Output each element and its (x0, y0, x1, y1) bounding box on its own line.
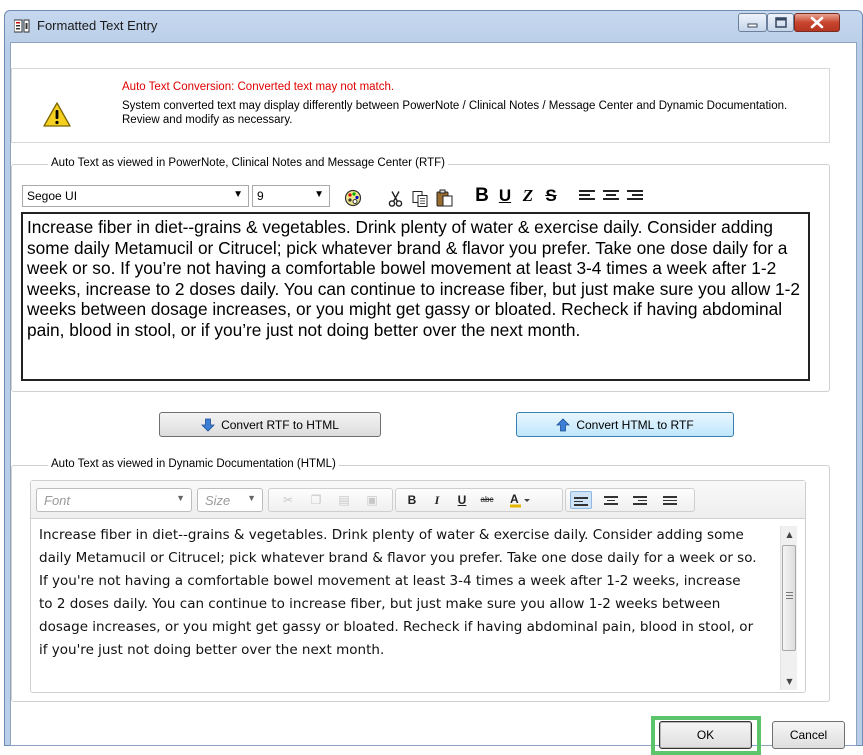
dialog-client-area: Auto Text Conversion: Converted text may… (10, 42, 857, 755)
html-toolbar: Font ▼ Size ▼ ✂ ❐ ▤ ▣ B I U abc A (31, 481, 805, 519)
html-clipboard-group: ✂ ❐ ▤ ▣ (268, 488, 393, 512)
italic-icon[interactable]: I (426, 491, 448, 509)
align-right-icon (633, 496, 647, 507)
align-left-icon[interactable] (579, 190, 595, 203)
justify-icon (663, 496, 677, 507)
font-color-icon[interactable]: A (507, 491, 539, 509)
convert-rtf-to-html-button[interactable]: Convert RTF to HTML (159, 412, 381, 437)
convert-html-to-rtf-label: Convert HTML to RTF (576, 417, 694, 432)
vertical-scrollbar[interactable]: ▲ ▼ (780, 526, 797, 690)
arrow-down-icon (201, 418, 216, 432)
grip-icon (786, 592, 793, 601)
ok-button[interactable]: OK (659, 721, 752, 749)
chevron-down-icon: ▼ (233, 189, 243, 200)
arrow-up-icon (556, 417, 571, 431)
html-editor: Font ▼ Size ▼ ✂ ❐ ▤ ▣ B I U abc A Increa… (30, 480, 806, 693)
cancel-button[interactable]: Cancel (772, 721, 845, 749)
font-color-glyph: A (510, 492, 530, 508)
formatted-text-entry-window: Formatted Text Entry Auto Text Conversio… (4, 10, 863, 755)
paste-icon[interactable] (436, 187, 453, 209)
rtf-font-select[interactable]: Segoe UI ▼ (22, 185, 249, 207)
minimize-button[interactable] (738, 13, 767, 32)
rtf-size-select[interactable]: 9 ▼ (252, 185, 330, 207)
strikethrough-icon[interactable]: abc (476, 491, 498, 509)
convert-html-to-rtf-button[interactable]: Convert HTML to RTF (516, 412, 734, 437)
paste-text-icon[interactable]: ▤ (333, 491, 355, 509)
html-font-select[interactable]: Font ▼ (36, 488, 192, 512)
html-align-group (565, 488, 695, 512)
paste-icon[interactable]: ▣ (361, 491, 383, 509)
warning-title: Auto Text Conversion: Converted text may… (122, 81, 395, 93)
justify-button[interactable] (659, 491, 681, 509)
window-title: Formatted Text Entry (37, 18, 158, 33)
chevron-down-icon: ▼ (176, 493, 185, 503)
align-right-icon[interactable] (627, 190, 643, 203)
color-palette-icon[interactable] (344, 187, 362, 209)
italic-icon[interactable]: Z (519, 185, 537, 207)
bold-icon[interactable]: B (473, 185, 491, 207)
convert-rtf-to-html-label: Convert RTF to HTML (221, 417, 339, 432)
rtf-size-value: 9 (257, 189, 264, 203)
copy-icon[interactable]: ❐ (305, 491, 327, 509)
chevron-down-icon: ▼ (247, 493, 256, 503)
html-text-area[interactable]: Increase fiber in diet--grains & vegetab… (31, 520, 805, 692)
align-center-icon[interactable] (603, 190, 619, 203)
title-bar[interactable]: Formatted Text Entry (5, 11, 862, 42)
rtf-font-value: Segoe UI (27, 189, 78, 203)
svg-text:A: A (510, 492, 519, 506)
warning-message: System converted text may display differ… (122, 100, 788, 126)
align-right-button[interactable] (629, 491, 651, 509)
html-size-placeholder: Size (205, 493, 231, 508)
html-group: Auto Text as viewed in Dynamic Documenta… (11, 458, 830, 702)
scroll-up-icon[interactable]: ▲ (781, 526, 798, 543)
rtf-group: Auto Text as viewed in PowerNote, Clinic… (11, 157, 830, 392)
bold-icon[interactable]: B (401, 491, 423, 509)
html-text-content: Increase fiber in diet--grains & vegetab… (39, 527, 757, 658)
app-icon (14, 19, 30, 33)
align-center-button[interactable] (600, 491, 622, 509)
html-group-legend: Auto Text as viewed in Dynamic Documenta… (48, 458, 339, 470)
rtf-group-legend: Auto Text as viewed in PowerNote, Clinic… (48, 157, 448, 169)
close-button[interactable] (794, 13, 840, 32)
minimize-icon (747, 23, 758, 28)
maximize-icon (775, 17, 787, 28)
maximize-button[interactable] (767, 13, 794, 32)
html-font-placeholder: Font (44, 493, 71, 508)
background-page-fragment (0, 0, 863, 2)
copy-icon[interactable] (412, 188, 429, 210)
align-left-icon (574, 497, 588, 508)
rtf-text-area[interactable]: Increase fiber in diet--grains & vegetab… (21, 212, 810, 381)
close-icon (810, 16, 824, 29)
html-format-group: B I U abc A (395, 488, 563, 512)
html-size-select[interactable]: Size ▼ (197, 488, 263, 512)
strikethrough-icon[interactable]: S (542, 185, 560, 207)
warning-icon (43, 102, 71, 127)
warning-panel: Auto Text Conversion: Converted text may… (11, 68, 830, 143)
underline-icon[interactable]: U (496, 185, 514, 207)
cut-icon[interactable]: ✂ (277, 491, 299, 509)
scroll-down-icon[interactable]: ▼ (781, 673, 798, 690)
underline-icon[interactable]: U (451, 491, 473, 509)
rtf-toolbar: Segoe UI ▼ 9 ▼ B U Z S (22, 185, 722, 209)
chevron-down-icon: ▼ (314, 189, 324, 200)
cut-icon[interactable] (388, 188, 404, 210)
align-center-icon (604, 496, 618, 507)
scroll-thumb[interactable] (782, 545, 796, 651)
align-left-button[interactable] (570, 491, 592, 509)
